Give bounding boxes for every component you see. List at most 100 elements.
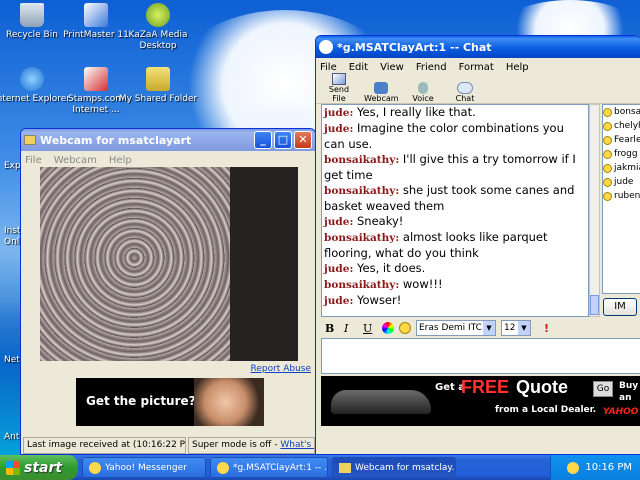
taskbar: start Yahoo! Messenger *g.MSATClayArt:1 …	[0, 455, 640, 480]
menu-help[interactable]: Help	[109, 155, 132, 166]
user-name: Fearle	[614, 135, 640, 145]
menu-view[interactable]: View	[380, 62, 404, 73]
im-button[interactable]: IM	[603, 298, 637, 316]
yahoo-messenger-icon	[89, 461, 101, 474]
start-button[interactable]: start	[0, 455, 78, 480]
chat-message: jude: Sneaky!	[322, 214, 588, 230]
ad-go-button[interactable]: Go	[593, 381, 613, 397]
chat-transcript[interactable]: jude: Yes, I really like that. jude: Imag…	[321, 104, 589, 317]
user-list-item[interactable]: chelyh	[603, 119, 640, 133]
menu-help[interactable]: Help	[506, 62, 529, 73]
font-size-select[interactable]: 12 ▼	[501, 320, 531, 336]
chat-message: bonsaikathy: almost looks like parquet f…	[322, 230, 588, 261]
user-name: chelyh	[614, 121, 640, 131]
user-list-item[interactable]: Fearle	[603, 133, 640, 147]
ad-text: Buy	[619, 381, 639, 391]
user-list-item[interactable]: jude	[603, 175, 640, 189]
toolbar-label: Chat	[455, 94, 475, 103]
chat-message: bonsaikathy: wow!!!	[322, 277, 588, 293]
chat-message: jude: Yowser!	[322, 293, 588, 309]
status-super-mode: Super mode is off - What's this?	[188, 437, 315, 454]
buzz-icon[interactable]: !	[544, 322, 549, 335]
user-list-item[interactable]: bonsa	[603, 105, 640, 119]
desktop-icon-label: Stamps.com Internet ...	[67, 94, 124, 115]
chat-message-nick: jude:	[324, 263, 354, 275]
chat-message-nick: bonsaikathy:	[324, 279, 400, 291]
desktop-icon-shared-folder[interactable]: My Shared Folder	[118, 67, 198, 105]
menu-friend[interactable]: Friend	[416, 62, 447, 73]
webcam-ad-banner[interactable]: Get the picture?	[76, 378, 264, 426]
voice-icon	[418, 82, 428, 94]
scroll-thumb[interactable]	[590, 295, 599, 315]
emoticon-icon[interactable]	[399, 322, 411, 334]
desktop-icon-label: Recycle Bin	[6, 30, 58, 40]
chat-window: *g.MSATClayArt:1 -- Chat File Edit View …	[315, 35, 640, 455]
chat-message: jude: Yes, I really like that.	[322, 105, 588, 121]
font-select[interactable]: Eras Demi ITC ▼	[416, 320, 496, 336]
car-ad-banner[interactable]: Get a FREE Quote Go Buy an from a Local …	[321, 376, 640, 426]
message-input[interactable]	[321, 338, 640, 374]
chat-window-title: *g.MSATClayArt:1 -- Chat	[337, 40, 492, 54]
chevron-down-icon[interactable]: ▼	[518, 321, 530, 335]
desktop-icon-label: My Shared Folder	[118, 94, 198, 104]
chat-message: bonsaikathy: I'll give this a try tomorr…	[322, 152, 588, 183]
chevron-down-icon[interactable]: ▼	[483, 321, 495, 335]
chat-message: jude: Imagine the color combinations you…	[322, 121, 588, 152]
desktop-icon-kazaa[interactable]: KaZaA Media Desktop	[118, 3, 198, 52]
webcam-dark-edge	[230, 167, 298, 361]
whats-this-link[interactable]: What's this?	[280, 440, 314, 450]
chat-message-nick: jude:	[324, 216, 354, 228]
taskbar-item-chat[interactable]: *g.MSATClayArt:1 -- ...	[210, 457, 328, 478]
transcript-scrollbar[interactable]	[589, 104, 600, 317]
maximize-button[interactable]: □	[274, 131, 292, 149]
taskbar-item-webcam[interactable]: Webcam for msatclay...	[332, 457, 456, 478]
windows-logo-icon	[6, 460, 20, 475]
report-abuse-link[interactable]: Report Abuse	[251, 364, 312, 374]
underline-button[interactable]: U	[363, 322, 377, 335]
webcam-button[interactable]: Webcam	[364, 82, 399, 103]
menu-webcam[interactable]: Webcam	[54, 155, 97, 166]
ad-text: from a Local Dealer.	[495, 405, 597, 415]
toolbar-label: Voice	[412, 94, 434, 103]
send-file-button[interactable]: Send File	[322, 73, 356, 103]
chat-icon	[457, 82, 473, 94]
menu-format[interactable]: Format	[459, 62, 494, 73]
yahoo-smiley-icon	[319, 40, 333, 54]
user-list-item[interactable]: rubens	[603, 189, 640, 203]
internet-explorer-icon	[20, 67, 44, 91]
chat-message-text: Yes, it does.	[357, 261, 426, 275]
user-list-item[interactable]: frogg	[603, 147, 640, 161]
menu-file[interactable]: File	[25, 155, 42, 166]
taskbar-item-yahoo-messenger[interactable]: Yahoo! Messenger	[82, 457, 206, 478]
chat-message: jude: Yes, it does.	[322, 261, 588, 277]
menu-edit[interactable]: Edit	[349, 62, 368, 73]
minimize-button[interactable]: _	[254, 131, 272, 149]
chat-message-nick: bonsaikathy:	[324, 185, 400, 197]
color-picker-icon[interactable]	[382, 322, 394, 334]
voice-button[interactable]: Voice	[406, 82, 440, 103]
chat-menubar: File Edit View Friend Format Help	[316, 58, 640, 76]
yahoo-tray-icon[interactable]	[567, 461, 580, 474]
printmaster-icon	[84, 3, 108, 27]
toolbar-label: Send File	[328, 85, 350, 103]
desktop-label-partial: Net	[4, 355, 20, 365]
chat-titlebar[interactable]: *g.MSATClayArt:1 -- Chat	[316, 36, 640, 58]
italic-button[interactable]: I	[344, 322, 358, 335]
close-button[interactable]: ✕	[294, 131, 312, 149]
user-status-icon	[603, 107, 612, 117]
start-label: start	[24, 459, 63, 476]
clock[interactable]: 10:16 PM	[585, 462, 632, 473]
chat-message-nick: bonsaikathy:	[324, 154, 400, 166]
chat-toolbar: Send File Webcam Voice Chat	[316, 73, 640, 104]
webcam-titlebar[interactable]: Webcam for msatclayart _ □ ✕	[21, 129, 315, 151]
user-status-icon	[603, 149, 612, 159]
menu-file[interactable]: File	[320, 62, 337, 73]
user-name: jude	[614, 177, 634, 187]
bold-button[interactable]: B	[325, 322, 339, 335]
chat-message-text: Yes, I really like that.	[357, 105, 476, 119]
chat-message-nick: jude:	[324, 295, 354, 307]
chat-button[interactable]: Chat	[448, 82, 482, 103]
user-list-item[interactable]: jakmia	[603, 161, 640, 175]
chat-message: bonsaikathy: she just took some canes an…	[322, 183, 588, 214]
chat-message-nick: jude:	[324, 123, 354, 135]
